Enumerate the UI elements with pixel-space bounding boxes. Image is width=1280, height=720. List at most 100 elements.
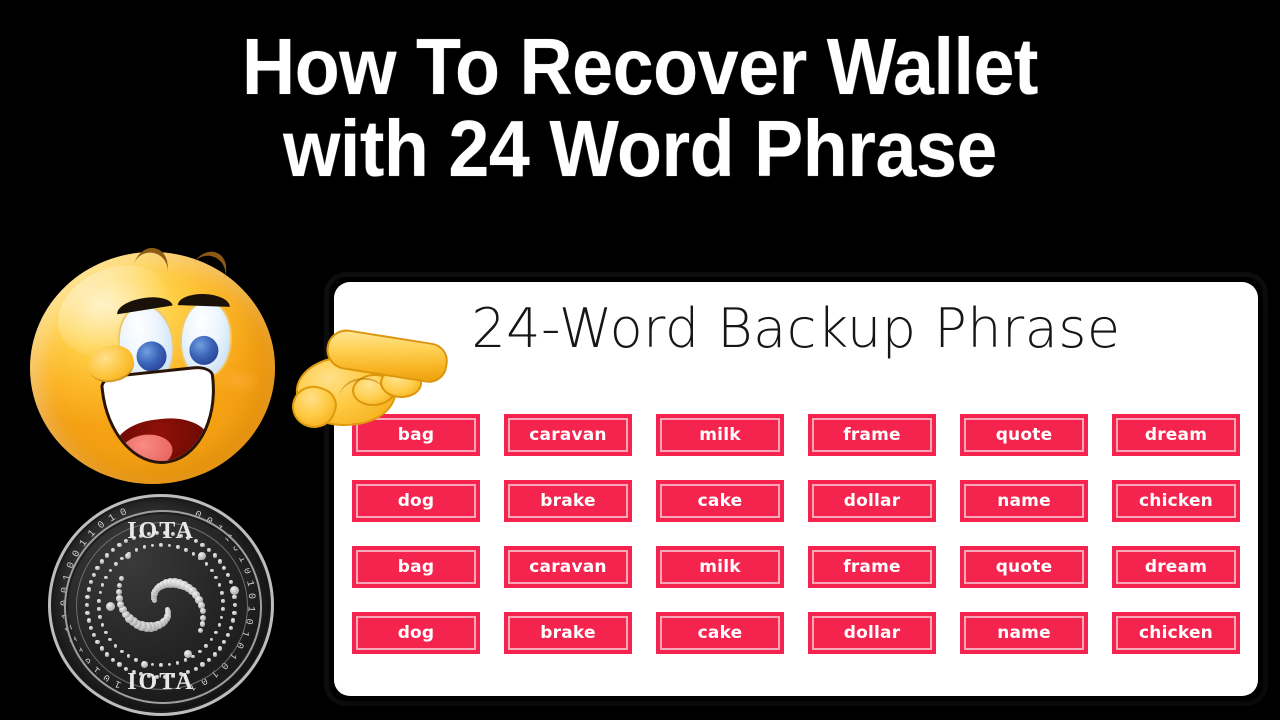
coin-logo-dot [104, 575, 108, 580]
backup-word-chip[interactable]: milk [656, 546, 784, 588]
coin-logo-dot [100, 583, 105, 587]
coin-logo-dot [84, 602, 90, 608]
coin-logo-dot [175, 661, 180, 665]
backup-word-chip[interactable]: chicken [1112, 612, 1240, 654]
coin-logo-dot [125, 553, 131, 559]
backup-word-chip[interactable]: frame [808, 414, 936, 456]
coin-logo-dot [217, 646, 222, 651]
coin-logo-dot [222, 565, 227, 570]
coin-logo-dot [115, 589, 122, 596]
coin-logo-dot [183, 658, 188, 662]
coin-logo-dot [108, 568, 113, 573]
backup-word-chip[interactable]: dog [352, 480, 480, 522]
smiley-face-icon [30, 244, 275, 486]
iota-coin-icon: 001101010101010101101011110010011010 IOT… [48, 494, 274, 716]
coin-logo-dot [117, 600, 125, 608]
coin-logo-dot [98, 615, 103, 619]
coin-logo-dot [214, 630, 218, 635]
coin-logo-dot [198, 552, 206, 560]
backup-word-chip[interactable]: quote [960, 414, 1088, 456]
coin-logo-dot [183, 548, 188, 552]
coin-logo-dot [119, 576, 125, 582]
coin-logo-dot [100, 623, 105, 627]
page-title: How To Recover Wallet with 24 Word Phras… [51, 26, 1229, 190]
coin-logo-dot [105, 652, 110, 657]
coin-logo-dot [229, 579, 234, 585]
coin-logo-dot [200, 614, 207, 621]
coin-logo-dot [217, 559, 222, 564]
backup-word-chip[interactable]: quote [960, 546, 1088, 588]
coin-logo-dot [99, 559, 105, 564]
coin-logo-dot [212, 553, 217, 558]
coin-logo-dot [229, 585, 239, 595]
coin-logo-dot [91, 633, 96, 638]
coin-logo-dot [120, 556, 124, 561]
coin-logo-dot [88, 625, 93, 631]
coin-logo-dot [229, 625, 234, 631]
coin-logo-dot [86, 618, 91, 623]
coin-logo-dot [232, 595, 237, 600]
coin-logo-dot [85, 595, 90, 600]
coin-logo-dot [108, 637, 113, 642]
smiley-iris-left [134, 339, 169, 374]
backup-word-chip[interactable]: dream [1112, 546, 1240, 588]
backup-word-chip[interactable]: dollar [808, 612, 936, 654]
coin-logo-dot [212, 652, 217, 657]
headline-line-1: How To Recover Wallet [241, 22, 1038, 111]
backup-word-chip[interactable]: caravan [504, 546, 632, 588]
coin-logo-dot [97, 599, 101, 603]
coin-label-bottom: IOTA [127, 669, 195, 695]
card-title: 24-Word Backup Phrase [471, 297, 1121, 360]
backup-phrase-card: 24-Word Backup Phrase bag caravan milk fram… [334, 282, 1258, 696]
backup-word-chip[interactable]: name [960, 480, 1088, 522]
coin-logo-dot [221, 607, 225, 611]
coin-logo-dot [142, 545, 147, 549]
backup-word-chip[interactable]: caravan [504, 414, 632, 456]
coin-logo-dot [117, 662, 122, 667]
coin-logo-dot [167, 662, 172, 667]
pointing-right-hand-icon [286, 326, 451, 434]
coin-logo-dot [91, 572, 96, 577]
backup-word-grid: bag caravan milk frame quote dream dog brake cak… [352, 414, 1240, 654]
backup-word-chip[interactable]: dog [352, 612, 480, 654]
backup-word-chip[interactable]: bag [352, 546, 480, 588]
coin-logo-dot [198, 649, 202, 654]
coin-logo-dot [85, 610, 90, 615]
backup-word-chip[interactable]: cake [656, 480, 784, 522]
backup-word-chip[interactable]: brake [504, 612, 632, 654]
coin-logo-dot [159, 663, 163, 667]
coin-logo-dot [198, 628, 204, 634]
coin-logo-dot [134, 658, 138, 662]
coin-logo-dot [226, 633, 231, 638]
coin-logo-dot [113, 644, 118, 648]
coin-logo-dot [86, 587, 91, 592]
backup-word-chip[interactable]: frame [808, 546, 936, 588]
coin-logo-dot [116, 595, 123, 602]
backup-word-chip[interactable]: name [960, 612, 1088, 654]
coin-logo-dot [222, 640, 227, 645]
coin-logo-dot [209, 568, 214, 573]
backup-word-chip[interactable]: chicken [1112, 480, 1240, 522]
coin-logo-dot [184, 650, 192, 658]
coin-logo-dot [209, 637, 214, 642]
coin-logo-dot [99, 646, 105, 651]
headline-line-2: with 24 Word Phrase [283, 104, 997, 193]
coin-logo-dot [134, 548, 139, 552]
coin-logo-dot [104, 630, 108, 635]
backup-word-chip[interactable]: brake [504, 480, 632, 522]
coin-logo-dot [204, 644, 209, 648]
coin-logo-dot [226, 572, 231, 577]
backup-word-chip[interactable]: dream [1112, 414, 1240, 456]
coin-logo-dot [231, 618, 236, 623]
coin-logo-dot [206, 657, 211, 662]
coin-logo-dot [113, 562, 118, 566]
coin-logo-dot [217, 583, 222, 587]
backup-word-chip[interactable]: dollar [808, 480, 936, 522]
backup-word-chip[interactable]: milk [656, 414, 784, 456]
coin-logo-dot [126, 654, 131, 658]
coin-logo-dot [232, 602, 238, 608]
coin-logo-dot [199, 621, 206, 627]
coin-logo-dot [150, 662, 155, 667]
coin-logo-dot [95, 565, 100, 570]
backup-word-chip[interactable]: cake [656, 612, 784, 654]
